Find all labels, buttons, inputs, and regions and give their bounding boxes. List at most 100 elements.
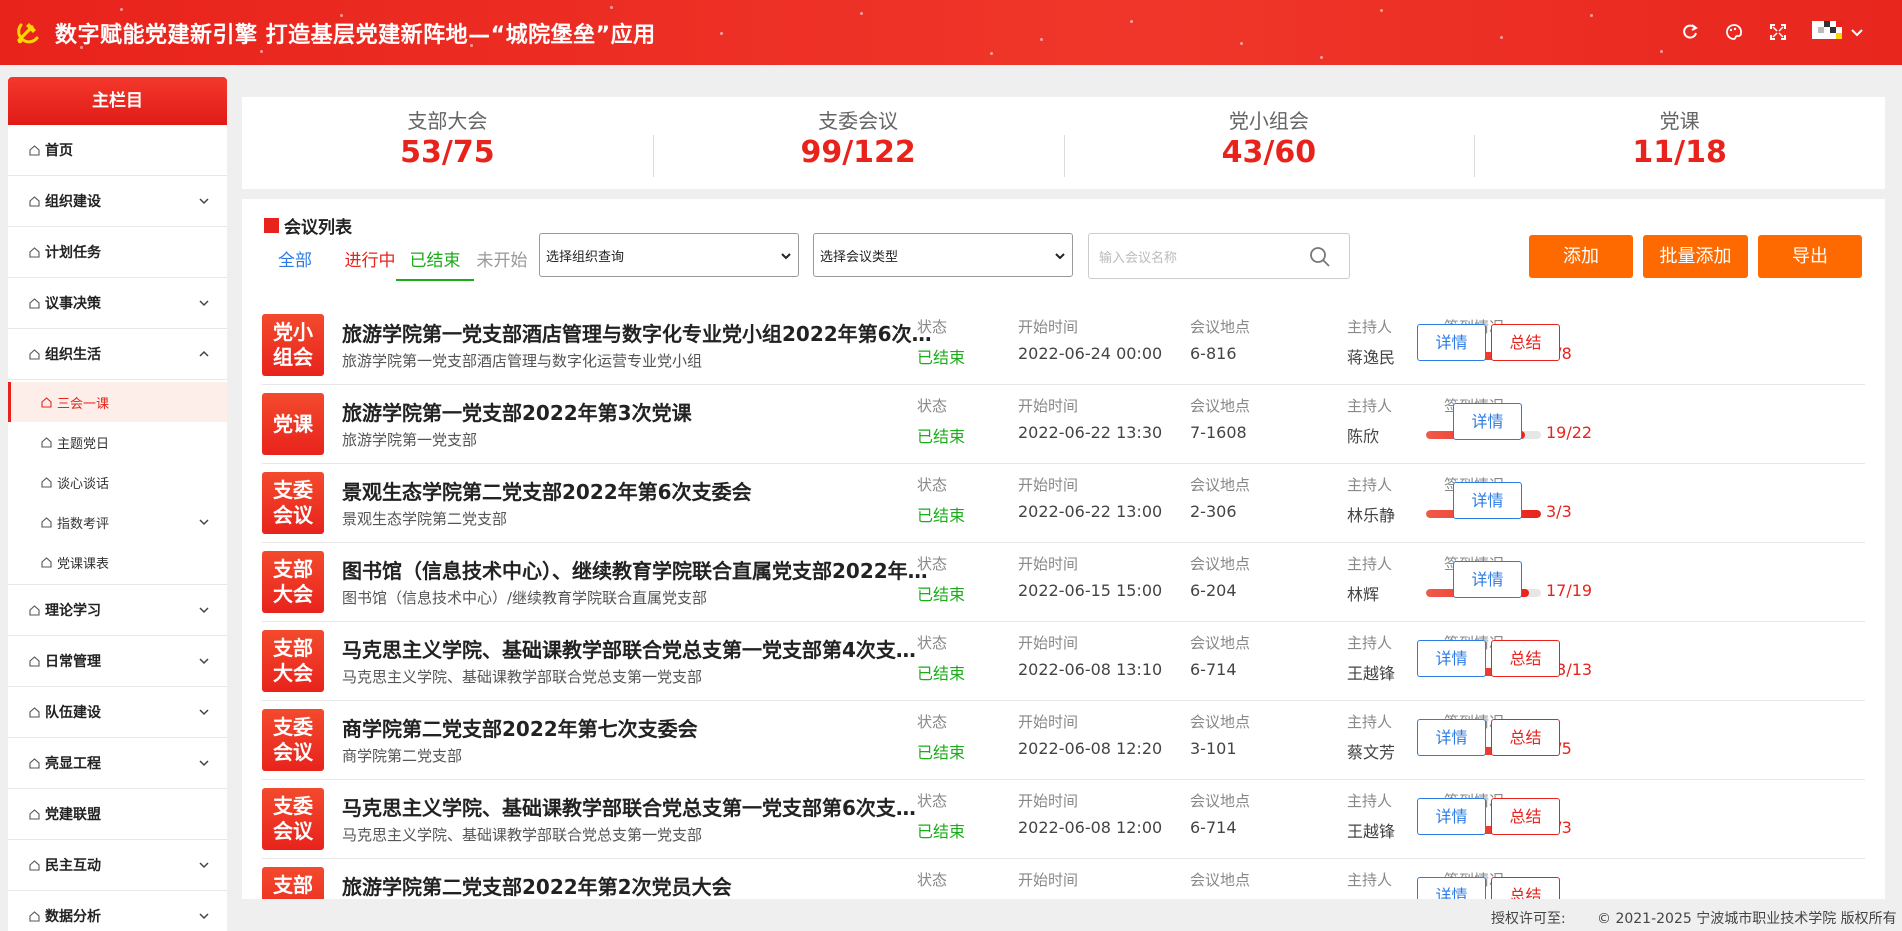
meeting-list-panel: 会议列表 全部 进行中 已结束 未开始 选择组织查询 选择会议类型 输入会议名称 添加…: [242, 199, 1885, 899]
sidebar-title: 主栏目: [8, 77, 227, 125]
snow-dot: [720, 32, 723, 35]
sidebar-subitem[interactable]: 指数考评: [8, 502, 227, 542]
chevron-down-icon[interactable]: [1850, 21, 1864, 43]
sidebar-item[interactable]: 民主互动: [8, 840, 227, 891]
snow-dot: [1320, 56, 1323, 59]
meeting-host: 林乐静: [1347, 506, 1396, 525]
title-square-icon: [264, 218, 279, 233]
meeting-org: 商学院第二党支部: [342, 747, 463, 765]
column-label-host: 主持人: [1347, 634, 1393, 652]
chevron-down-icon[interactable]: [197, 858, 211, 872]
meeting-type-label: 支部大会: [273, 557, 313, 606]
meeting-row[interactable]: 支委会议 马克思主义学院、基础课教学部联合党总支第一党支部第6次支委会 马克思主义学…: [262, 780, 1865, 859]
sidebar-item[interactable]: 亮显工程: [8, 738, 227, 789]
sidebar-item[interactable]: 组织生活: [8, 329, 227, 380]
detail-button[interactable]: 详情: [1417, 719, 1486, 756]
sidebar-subitem[interactable]: 三会一课: [8, 382, 227, 422]
meeting-type-badge: 支部大会: [262, 867, 324, 899]
meeting-row[interactable]: 党课 旅游学院第一党支部2022年第3次党课 旅游学院第一党支部 状态 开始时间 会议地点…: [262, 385, 1865, 464]
summary-button[interactable]: 总结: [1491, 798, 1560, 835]
column-label-place: 会议地点: [1190, 397, 1251, 415]
sidebar-item[interactable]: 议事决策: [8, 278, 227, 329]
detail-button[interactable]: 详情: [1417, 877, 1486, 899]
chevron-down-icon[interactable]: [197, 654, 211, 668]
sidebar-item-label: 组织生活: [45, 347, 101, 363]
home-icon: [28, 604, 41, 617]
export-button[interactable]: 导出: [1758, 235, 1862, 278]
tab-all[interactable]: 全部: [278, 249, 312, 281]
chevron-down-icon[interactable]: [197, 705, 211, 719]
sidebar-subitem[interactable]: 主题党日: [8, 422, 227, 462]
chevron-up-icon[interactable]: [197, 347, 211, 361]
meeting-status: 已结束: [917, 664, 966, 683]
meeting-title[interactable]: 景观生态学院第二党支部2022年第6次支委会: [342, 476, 932, 505]
chevron-down-icon[interactable]: [197, 296, 211, 310]
meeting-title[interactable]: 马克思主义学院、基础课教学部联合党总支第一党支部第6次支委会: [342, 792, 932, 821]
sidebar-item[interactable]: 组织建设: [8, 176, 227, 227]
add-button[interactable]: 添加: [1529, 235, 1633, 278]
detail-button[interactable]: 详情: [1453, 482, 1522, 519]
sidebar-item[interactable]: 首页: [8, 125, 227, 176]
search-icon[interactable]: [1309, 246, 1331, 268]
org-select[interactable]: 选择组织查询: [539, 233, 799, 277]
tab-not-started[interactable]: 未开始: [476, 249, 528, 281]
refresh-icon[interactable]: [1679, 21, 1701, 43]
meeting-list: 党小组会 旅游学院第一党支部酒店管理与数字化专业党小组2022年第6次党小组会 旅游…: [262, 306, 1865, 899]
meeting-type-label: 支委会议: [273, 715, 313, 764]
chevron-down-icon[interactable]: [197, 603, 211, 617]
summary-button[interactable]: 总结: [1491, 324, 1560, 361]
meeting-row[interactable]: 支委会议 商学院第二党支部2022年第七次支委会 商学院第二党支部 状态 开始时间 会议地…: [262, 701, 1865, 780]
sidebar-item[interactable]: 队伍建设: [8, 687, 227, 738]
home-icon: [28, 297, 41, 310]
detail-button[interactable]: 详情: [1417, 798, 1486, 835]
chevron-down-icon[interactable]: [197, 756, 211, 770]
palette-icon[interactable]: [1723, 21, 1745, 43]
meeting-title[interactable]: 马克思主义学院、基础课教学部联合党总支第一党支部第4次支部大会: [342, 634, 932, 663]
meeting-org: 旅游学院第一党支部: [342, 431, 478, 449]
detail-button[interactable]: 详情: [1417, 324, 1486, 361]
meeting-type-label: 支委会议: [273, 794, 313, 843]
fullscreen-icon[interactable]: [1767, 21, 1789, 43]
meeting-row[interactable]: 支部大会 马克思主义学院、基础课教学部联合党总支第一党支部第4次支部大会 马克思主义…: [262, 622, 1865, 701]
meeting-type-label: 支委会议: [273, 478, 313, 527]
summary-button[interactable]: 总结: [1491, 719, 1560, 756]
batch-add-button[interactable]: 批量添加: [1643, 235, 1748, 278]
sidebar-item[interactable]: 日常管理: [8, 636, 227, 687]
user-avatar[interactable]: [1812, 21, 1848, 41]
meeting-title[interactable]: 旅游学院第一党支部酒店管理与数字化专业党小组2022年第6次党小组会: [342, 318, 932, 347]
meeting-title[interactable]: 图书馆（信息技术中心）、继续教育学院联合直属党支部2022年第3次支部大会: [342, 555, 932, 584]
tab-ongoing[interactable]: 进行中: [342, 249, 398, 281]
meeting-title[interactable]: 旅游学院第一党支部2022年第3次党课: [342, 397, 932, 426]
meeting-row[interactable]: 支委会议 景观生态学院第二党支部2022年第6次支委会 景观生态学院第二党支部 状态 开…: [262, 464, 1865, 543]
home-icon: [40, 516, 53, 529]
sidebar-subitem[interactable]: 党课课表: [8, 542, 227, 582]
meeting-type-badge: 党课: [262, 393, 324, 455]
detail-button[interactable]: 详情: [1453, 561, 1522, 598]
tab-ended[interactable]: 已结束: [396, 249, 474, 281]
sidebar-item[interactable]: 计划任务: [8, 227, 227, 278]
summary-button[interactable]: 总结: [1491, 640, 1560, 677]
meeting-title[interactable]: 旅游学院第二党支部2022年第2次党员大会: [342, 871, 932, 899]
meeting-row[interactable]: 支部大会旅游学院第二党支部2022年第2次党员大会状态开始时间会议地点主持人签到…: [262, 859, 1865, 899]
detail-button[interactable]: 详情: [1453, 403, 1522, 440]
home-icon: [28, 757, 41, 770]
sidebar-subitem[interactable]: 谈心谈话: [8, 462, 227, 502]
snow-dot: [610, 6, 613, 9]
panel-title-text: 会议列表: [284, 218, 352, 238]
meeting-org: 景观生态学院第二党支部: [342, 510, 508, 528]
meeting-title[interactable]: 商学院第二党支部2022年第七次支委会: [342, 713, 932, 742]
chevron-down-icon[interactable]: [197, 515, 211, 529]
meeting-row[interactable]: 支部大会图书馆（信息技术中心）、继续教育学院联合直属党支部2022年第3次支部大…: [262, 543, 1865, 622]
chevron-down-icon[interactable]: [197, 909, 211, 923]
sidebar-item[interactable]: 数据分析: [8, 891, 227, 931]
sidebar-item[interactable]: 理论学习: [8, 585, 227, 636]
sidebar-item[interactable]: 党建联盟: [8, 789, 227, 840]
meeting-row[interactable]: 党小组会 旅游学院第一党支部酒店管理与数字化专业党小组2022年第6次党小组会 旅游…: [262, 306, 1865, 385]
meeting-search-input[interactable]: 输入会议名称: [1088, 233, 1350, 279]
meeting-type-label: 党小组会: [273, 320, 313, 369]
sign-count: 3/3: [1546, 502, 1572, 521]
detail-button[interactable]: 详情: [1417, 640, 1486, 677]
summary-button[interactable]: 总结: [1491, 877, 1560, 899]
type-select[interactable]: 选择会议类型: [813, 233, 1073, 277]
chevron-down-icon[interactable]: [197, 194, 211, 208]
